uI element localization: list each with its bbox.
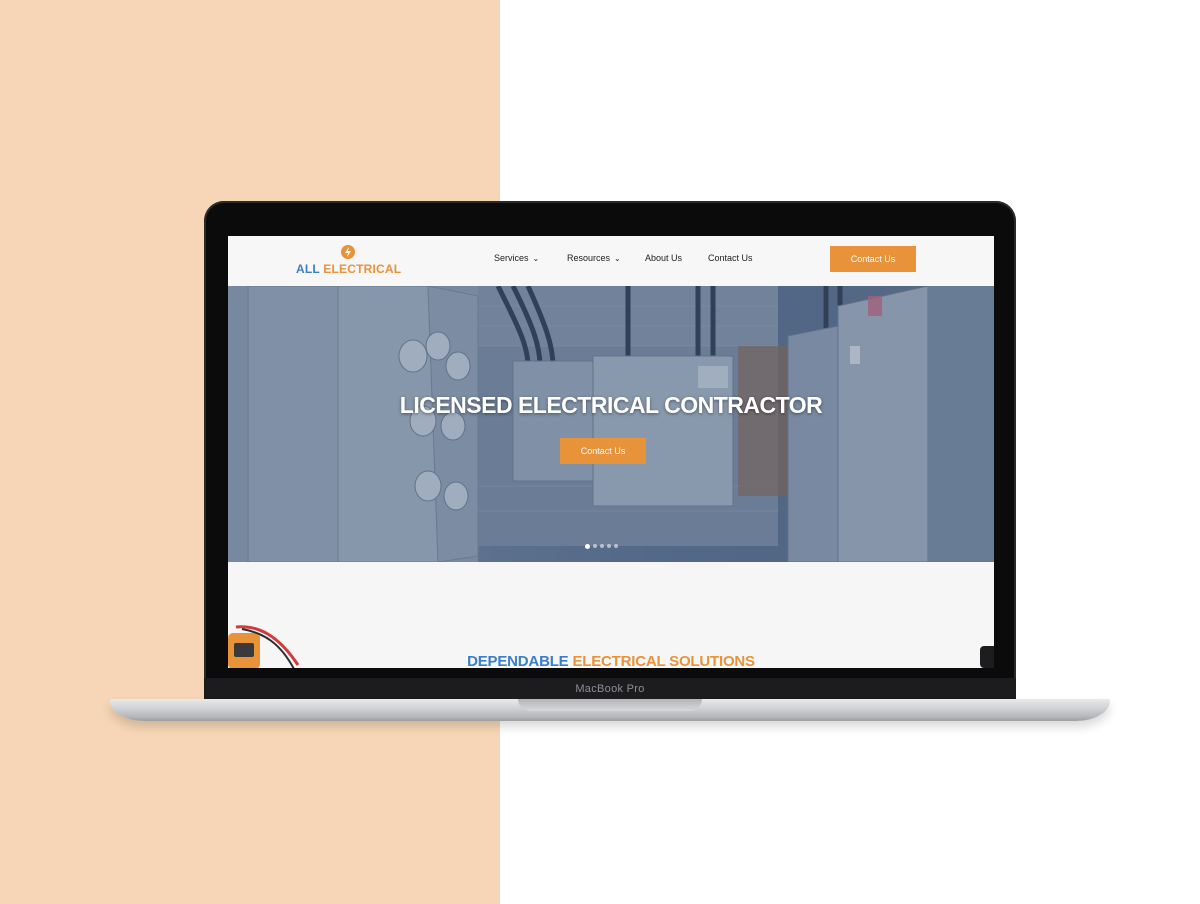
lightning-bolt-icon [341,245,355,259]
nav-item-contact-us[interactable]: Contact Us [708,253,753,263]
nav-item-label: Resources [567,253,611,263]
site-header: ALL ELECTRICAL Services ⌄ Resources ⌄ Abou… [228,236,994,287]
chevron-down-icon: ⌄ [532,254,540,263]
slider-dot[interactable] [600,544,604,548]
slider-dot[interactable] [614,544,618,548]
header-contact-button[interactable]: Contact Us [830,246,916,272]
slider-dots [585,543,618,549]
slider-dot[interactable] [593,544,597,548]
slider-dot[interactable] [585,543,590,549]
logo-word-all: ALL [296,262,320,276]
section-title-part2: ELECTRICAL SOLUTIONS [572,653,755,668]
laptop-base-notch [518,699,702,711]
solutions-section: DEPENDABLE ELECTRICAL SOLUTIONS [228,562,994,668]
nav-item-label: About Us [645,253,683,263]
nav-item-resources[interactable]: Resources ⌄ [567,253,621,263]
hero-title: LICENSED ELECTRICAL CONTRACTOR [399,392,823,418]
nav-item-label: Services [494,253,529,263]
hero-background-image [228,286,994,562]
logo-text: ALL ELECTRICAL [296,262,401,276]
nav-item-services[interactable]: Services ⌄ [494,253,539,263]
logo-word-electrical: ELECTRICAL [323,262,402,276]
laptop-screen: ALL ELECTRICAL Services ⌄ Resources ⌄ Abou… [228,236,994,668]
screen-bezel-bottom: MacBook Pro [204,678,1016,700]
site-logo[interactable]: ALL ELECTRICAL [296,245,402,279]
device-label: MacBook Pro [575,683,645,695]
side-widget-tab[interactable] [980,646,994,668]
chevron-down-icon: ⌄ [614,254,621,263]
hero-slider: LICENSED ELECTRICAL CONTRACTOR Contact U… [228,286,994,562]
hero-contact-button[interactable]: Contact Us [560,438,646,464]
section-title: DEPENDABLE ELECTRICAL SOLUTIONS [228,653,994,668]
section-title-part1: DEPENDABLE [467,653,569,668]
nav-item-about-us[interactable]: About Us [645,253,682,263]
nav-item-label: Contact Us [708,253,753,263]
slider-dot[interactable] [607,544,611,548]
